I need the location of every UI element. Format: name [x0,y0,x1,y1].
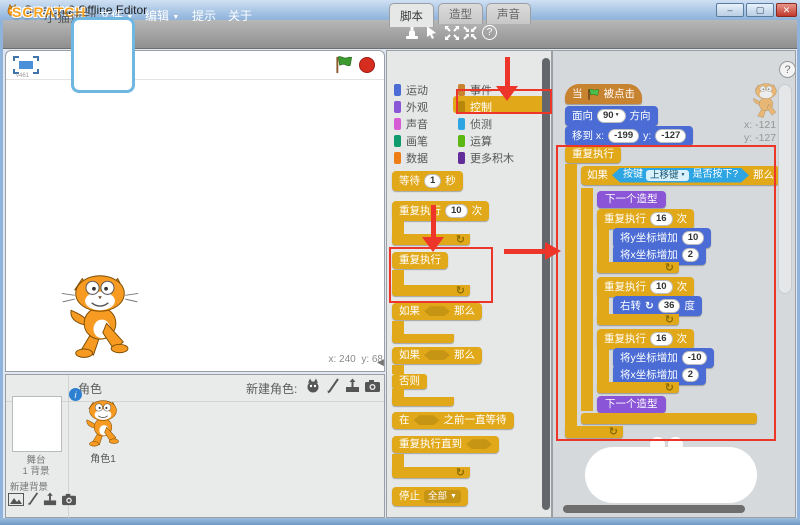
script-hat-when-flag-clicked[interactable]: 当 被点击 [565,84,642,104]
sprite-thumb-cat [86,400,119,447]
block-wait[interactable]: 等待 1 秒 [392,171,463,191]
sprite-name-label: 角色1 [90,454,116,465]
category-sensing[interactable]: 侦测 [458,116,492,132]
annotation-rect-script-loop [556,145,776,441]
close-button[interactable]: ✕ [776,3,797,17]
paint-new-sprite-icon[interactable] [326,377,341,394]
stage-backdrop-count: 1 背景 [22,466,50,477]
stage-header [6,51,384,80]
stop-button[interactable] [359,57,375,73]
dropdown-caret-icon: ▼ [450,492,457,500]
tab-costumes[interactable]: 造型 [438,3,483,24]
category-pen[interactable]: 画笔 [394,133,428,149]
block-if-bottom[interactable] [392,334,454,343]
stage-thumbnail[interactable] [12,396,62,452]
sprite-thumbnail-selected[interactable] [71,17,135,93]
grow-sprite-icon[interactable] [444,25,460,41]
block-if-else-middle[interactable]: 否则 [392,374,427,389]
fullscreen-icon[interactable] [13,56,39,74]
palette-scrollbar[interactable] [542,58,550,510]
backdrop-library-icon[interactable] [8,493,24,506]
annotation-arrow-control [505,57,510,87]
block-repeat[interactable]: 重复执行 10 次 [392,201,490,221]
script-point-in-direction[interactable]: 面向 90 ▼ 方向 [565,106,658,126]
annotation-arrowhead [422,237,444,252]
dropdown-caret-icon: ▼ [614,112,620,119]
tab-sounds[interactable]: 声音 [486,3,531,24]
tab-scripts[interactable]: 脚本 [389,3,434,27]
scripts-v-scrollbar[interactable] [778,84,792,294]
annotation-rect-forever-palette [389,247,493,303]
erased-watermark [585,447,757,503]
sprite-y-readout: y: -127 [744,132,777,144]
category-motion[interactable]: 运动 [394,82,428,98]
camera-sprite-icon[interactable] [364,379,381,393]
grow-cursor-icon[interactable] [424,25,440,41]
annotation-arrow-forever [431,205,436,238]
annotation-arrow-script [504,249,546,254]
palette-collapse-arrow[interactable]: ◀ [377,357,384,368]
camera-backdrop-icon[interactable] [61,493,77,506]
category-looks[interactable]: 外观 [394,99,428,115]
stop-dropdown[interactable]: 全部 ▼ [424,490,461,503]
upload-sprite-icon[interactable] [344,378,361,394]
window-left-border [0,20,3,518]
stage-cat-sprite[interactable] [58,266,142,362]
category-more-blocks[interactable]: 更多积木 [458,150,514,166]
new-sprite-label: 新建角色: [246,382,298,396]
menu-tips[interactable]: 提示 [192,7,216,24]
direction-dropdown[interactable]: 90 ▼ [597,109,626,123]
menu-edit[interactable]: 编辑 ▼ [145,7,179,24]
category-operators[interactable]: 运算 [458,133,492,149]
help-button[interactable]: ? [779,61,796,78]
scratch-editor-window: Scratch 2 Offline Editor ‒ ▢ ✕ SCRATCH 文… [0,0,800,525]
category-sound[interactable]: 声音 [394,116,428,132]
block-if-else-bottom[interactable] [392,397,454,406]
annotation-arrowhead [496,86,518,101]
block-if-else[interactable]: 如果 那么 [392,347,482,364]
block-help-icon[interactable]: ? [482,25,497,40]
sprite-library-icon[interactable] [305,378,321,394]
version-tag: v461 [16,73,30,79]
category-data[interactable]: 数据 [394,150,428,166]
upload-backdrop-icon[interactable] [42,492,58,507]
sprite-x-readout: x: -121 [744,119,777,131]
block-wait-until[interactable]: 在之前一直等待 [392,412,514,429]
duplicate-stamp-icon[interactable] [404,25,420,41]
menu-about[interactable]: 关于 [228,7,252,24]
boolean-slot [424,350,450,360]
menu-caret-icon: ▼ [172,14,180,21]
block-repeat-until[interactable]: 重复执行直到 [392,436,499,453]
maximize-button[interactable]: ▢ [746,3,774,17]
window-bottom-border [0,518,800,525]
minimize-button[interactable]: ‒ [716,3,744,17]
scripts-h-scrollbar[interactable] [563,505,745,513]
block-stop[interactable]: 停止 全部 ▼ [392,487,468,506]
paint-backdrop-icon[interactable] [27,491,40,506]
script-go-to-xy[interactable]: 移到 x: -199 y: -127 [565,126,694,146]
shrink-sprite-icon[interactable] [462,25,478,41]
green-flag-icon[interactable] [334,55,354,74]
boolean-slot [414,415,440,425]
sprite-info-badge[interactable]: i [69,388,82,401]
green-flag-icon [587,88,599,100]
boolean-slot [466,439,492,449]
boolean-slot [424,306,450,316]
block-repeat-until-bottom[interactable]: ↻ [392,467,470,478]
block-if[interactable]: 如果 那么 [392,303,482,320]
